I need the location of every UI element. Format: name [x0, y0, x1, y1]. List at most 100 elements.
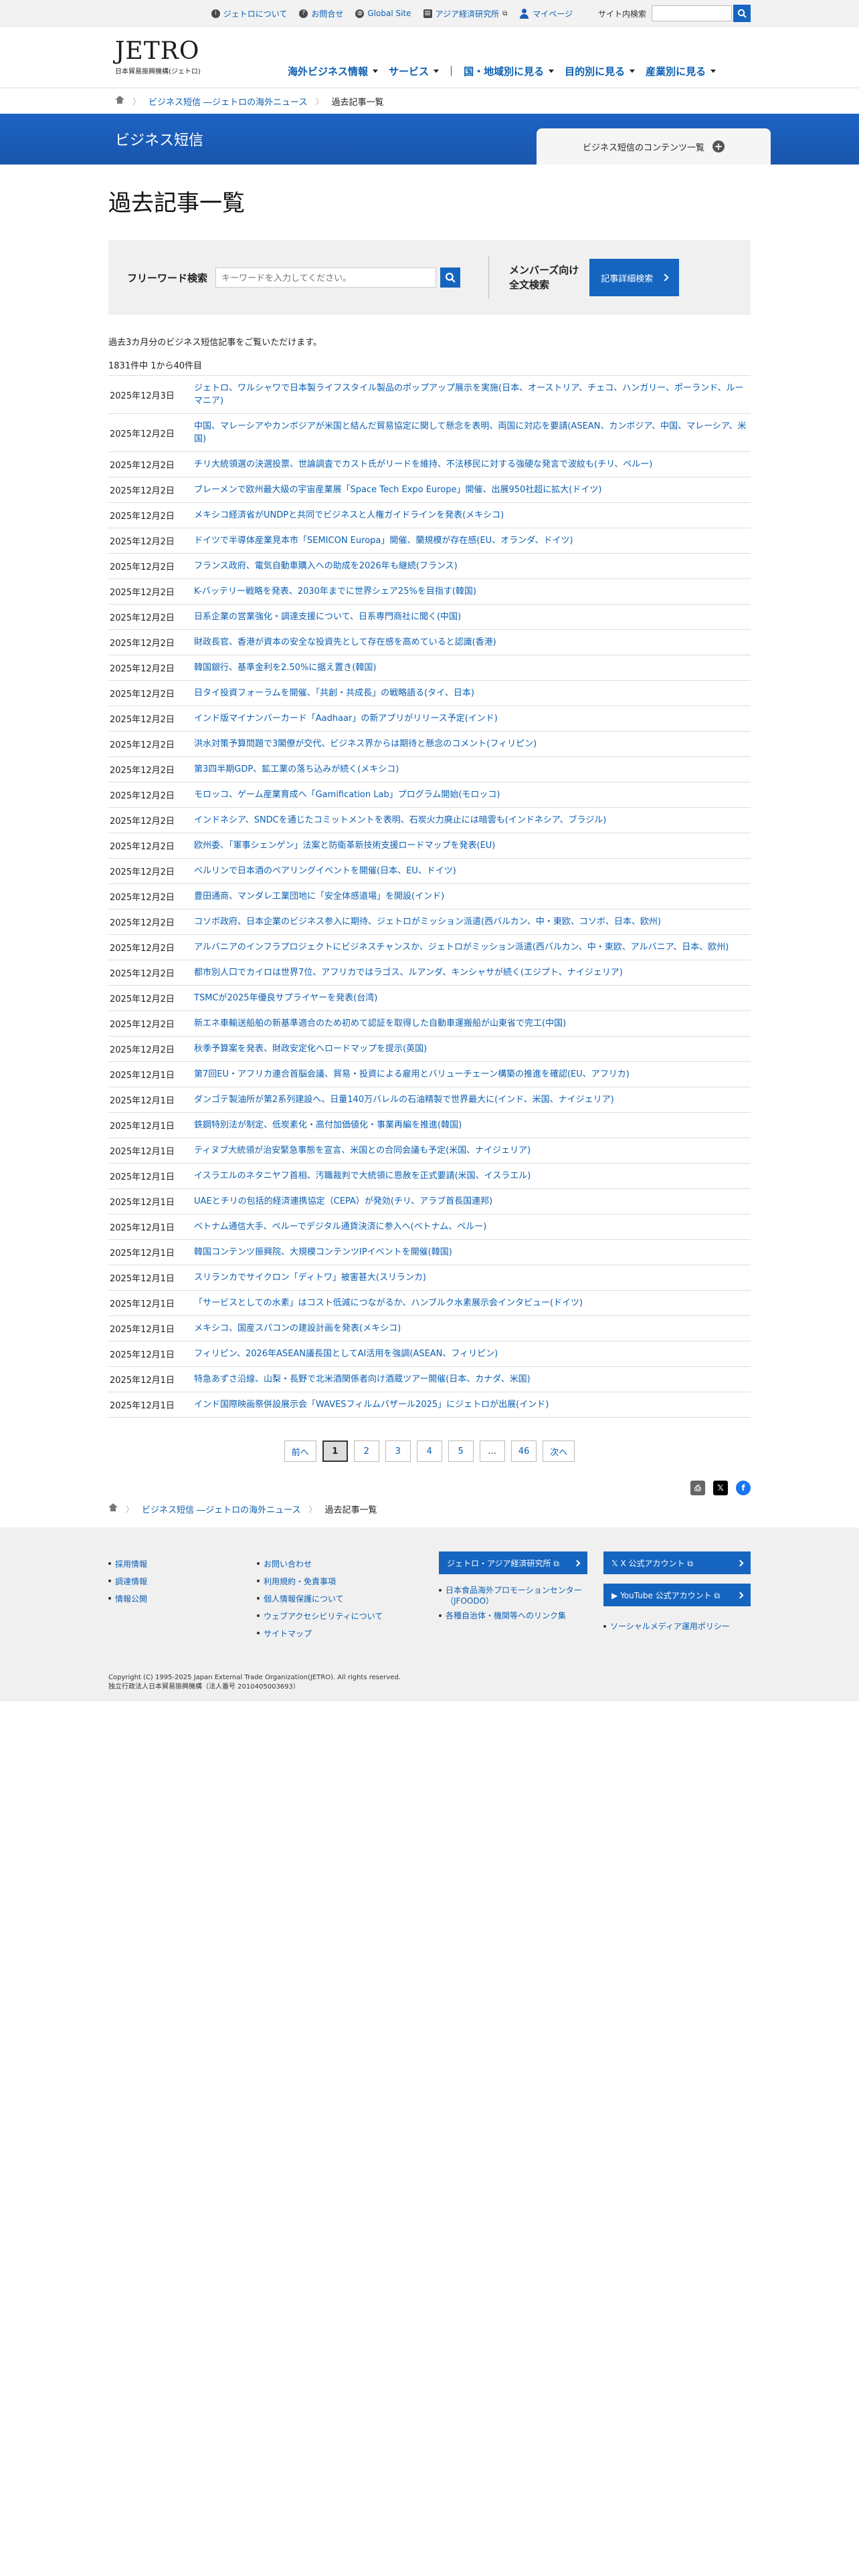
- ide-footer-button[interactable]: ジェトロ・アジア経済研究所 ⧉: [439, 1551, 587, 1574]
- jetro-logo[interactable]: JETRO 日本貿易振興機構(ジェトロ): [115, 39, 201, 76]
- pager-page-last[interactable]: 46: [510, 1440, 537, 1462]
- article-date: 2025年12月1日: [110, 1274, 175, 1284]
- article-title-link[interactable]: 韓国銀行、基準金利を2.50%に据え置き(韓国): [194, 661, 376, 674]
- youtube-account-button[interactable]: ▶ YouTube 公式アカウント ⧉: [603, 1584, 751, 1606]
- article-title-link[interactable]: フランス政府、電気自動車購入への助成を2026年も継続(フランス): [194, 560, 458, 572]
- article-title-link[interactable]: 欧州委、「軍事シェンゲン」法案と防衛革新技術支援ロードマップを発表(EU): [194, 839, 495, 852]
- pager-page[interactable]: 5: [448, 1440, 474, 1462]
- article-row: 2025年12月1日 第7回EU・アフリカ連合首脳会議、貿易・投資による雇用とバリ…: [108, 1062, 751, 1087]
- article-title-link[interactable]: 財政長官、香港が資本の安全な投資先として存在感を高めていると認識(香港): [194, 636, 496, 649]
- utility-bar: i ジェトロについて ? お問合せ ◍ Global Site ▤ アジア経済研究所 ⧉ …: [0, 0, 859, 27]
- article-title-link[interactable]: チリ大統領選の決選投票、世論調査でカスト氏がリードを維持、不法移民に対する強硬な…: [194, 458, 652, 471]
- nav-overseas-business[interactable]: 海外ビジネス情報: [288, 64, 379, 78]
- article-row: 2025年12月2日 ベルリンで日本酒のペアリングイベントを開催(日本、EU、ドイ…: [108, 859, 751, 884]
- footer-link[interactable]: サイトマップ: [264, 1629, 312, 1638]
- article-title-link[interactable]: 都市別人口でカイロは世界7位、アフリカではラゴス、ルアンダ、キンシャサが続く(エ…: [194, 966, 623, 979]
- article-title-link[interactable]: インド国際映画祭併設展示会「WAVESフィルムバザール2025」にジェトロが出展…: [194, 1398, 549, 1411]
- breadcrumb-business-news[interactable]: ビジネス短信 ―ジェトロの海外ニュース: [149, 95, 307, 108]
- nav-by-industry[interactable]: 産業別に見る: [646, 64, 717, 78]
- article-title-link[interactable]: ドイツで半導体産業見本市「SEMICON Europa」開催、蘭規模が存在感(E…: [194, 534, 573, 547]
- nav-by-purpose[interactable]: 目的別に見る: [565, 64, 636, 78]
- article-title-link[interactable]: 「サービスとしての水素」はコスト低減につながるか、ハンブルク水素展示会インタビュ…: [194, 1297, 583, 1309]
- nav-label: 産業別に見る: [646, 66, 706, 78]
- x-account-button[interactable]: 𝕏 X 公式アカウント ⧉: [603, 1551, 751, 1574]
- footer-col-1: 採用情報 調達情報 情報公開: [108, 1558, 147, 1610]
- article-title-link[interactable]: フィリピン、2026年ASEAN議長国としてAI活用を強調(ASEAN、フィリピ…: [194, 1348, 498, 1360]
- keyword-input[interactable]: [215, 267, 437, 288]
- article-title-link[interactable]: 鉄鋼特別法が制定、低炭素化・高付加価値化・事業再編を推進(韓国): [194, 1119, 462, 1132]
- pager-page[interactable]: 4: [416, 1440, 442, 1462]
- breadcrumb-home[interactable]: [108, 1503, 118, 1514]
- footer-link[interactable]: ソーシャルメディア運用ポリシー: [610, 1622, 730, 1631]
- article-title-link[interactable]: メキシコ経済省がUNDPと共同でビジネスと人権ガイドラインを発表(メキシコ): [194, 509, 504, 522]
- nav-by-region[interactable]: 国・地域別に見る: [464, 64, 555, 78]
- article-title-link[interactable]: コソボ政府、日本企業のビジネス参入に期待、ジェトロがミッション派遣(西バルカン、…: [194, 916, 661, 928]
- facebook-share-icon[interactable]: f: [736, 1481, 751, 1495]
- footer-link[interactable]: 個人情報保護について: [264, 1594, 344, 1604]
- article-title-link[interactable]: 第3四半期GDP、鉱工業の落ち込みが続く(メキシコ): [194, 763, 399, 776]
- footer-link[interactable]: 情報公開: [115, 1594, 147, 1604]
- footer-link[interactable]: 採用情報: [115, 1560, 147, 1569]
- article-title-link[interactable]: 洪水対策予算問題で3閣僚が交代、ビジネス界からは期待と懸念のコメント(フィリピン…: [194, 738, 537, 750]
- footer-link[interactable]: 日本食品海外プロモーションセンター（JFOODO）: [446, 1586, 582, 1606]
- article-title-link[interactable]: スリランカでサイクロン「ディトワ」被害甚大(スリランカ): [194, 1271, 426, 1284]
- article-row: 2025年12月2日 洪水対策予算問題で3閣僚が交代、ビジネス界からは期待と懸念の…: [108, 732, 751, 757]
- article-title-link[interactable]: K-バッテリー戦略を発表、2030年までに世界シェア25%を目指す(韓国): [194, 585, 476, 598]
- breadcrumb-business-news[interactable]: ビジネス短信 ―ジェトロの海外ニュース: [142, 1503, 300, 1515]
- footer-link[interactable]: ウェブアクセシビリティについて: [264, 1612, 383, 1621]
- pager-page[interactable]: 2: [353, 1440, 379, 1462]
- contact-link[interactable]: ? お問合せ: [299, 8, 343, 19]
- contents-list-tab[interactable]: ビジネス短信のコンテンツ一覧 +: [537, 128, 771, 165]
- article-title-link[interactable]: ベルリンで日本酒のペアリングイベントを開催(日本、EU、ドイツ): [194, 865, 456, 877]
- article-title-link[interactable]: インド版マイナンバーカード「Aadhaar」の新アプリがリリース予定(インド): [194, 712, 498, 725]
- article-title-link[interactable]: 日系企業の営業強化・調達支援について、日系専門商社に聞く(中国): [194, 611, 461, 623]
- article-title-link[interactable]: 第7回EU・アフリカ連合首脳会議、貿易・投資による雇用とバリューチェーン構築の推…: [194, 1068, 630, 1081]
- detail-search-button[interactable]: 記事詳細検索: [589, 259, 680, 296]
- article-title-link[interactable]: メキシコ、国産スパコンの建設計画を発表(メキシコ): [194, 1322, 401, 1335]
- about-link[interactable]: i ジェトロについて: [211, 8, 287, 19]
- footer-link[interactable]: お問い合わせ: [264, 1560, 312, 1569]
- breadcrumb-home[interactable]: [115, 96, 124, 106]
- article-title-link[interactable]: 韓国コンテンツ振興院、大規模コンテンツIPイベントを開催(韓国): [194, 1246, 452, 1259]
- article-title-link[interactable]: UAEとチリの包括的経済連携協定（CEPA）が発効(チリ、アラブ首長国連邦): [194, 1195, 492, 1208]
- site-search-button[interactable]: [733, 5, 751, 22]
- article-title-link[interactable]: TSMCが2025年優良サプライヤーを発表(台湾): [194, 992, 377, 1004]
- article-title-link[interactable]: アルバニアのインフラプロジェクトにビジネスチャンスか、ジェトロがミッション派遣(…: [194, 941, 729, 954]
- article-title-link[interactable]: 中国、マレーシアやカンボジアが米国と結んだ貿易協定に関して懸念を表明、両国に対応…: [194, 420, 751, 445]
- global-site-link[interactable]: ◍ Global Site: [355, 9, 411, 18]
- pager-next[interactable]: 次へ: [543, 1440, 575, 1462]
- article-row: 2025年12月1日 韓国コンテンツ振興院、大規模コンテンツIPイベントを開催(韓…: [108, 1240, 751, 1265]
- members-line2: 全文検索: [509, 279, 550, 291]
- article-date: 2025年12月1日: [110, 1071, 175, 1081]
- article-title-link[interactable]: 日タイ投資フォーラムを開催、「共創・共成長」の戦略語る(タイ、日本): [194, 687, 474, 700]
- keyword-search-button[interactable]: [440, 267, 461, 288]
- ide-link[interactable]: ▤ アジア経済研究所 ⧉: [423, 8, 507, 19]
- pager-page-current[interactable]: 1: [322, 1440, 348, 1462]
- article-title-link[interactable]: 新エネ車輸送船舶の新基準適合のため初めて認証を取得した自動車運搬船が山東省で完工…: [194, 1017, 566, 1030]
- article-title-link[interactable]: 特急あずさ沿線、山梨・長野で北米酒関係者向け酒蔵ツアー開催(日本、カナダ、米国): [194, 1373, 531, 1386]
- article-title-link[interactable]: ブレーメンで欧州最大級の宇宙産業展「Space Tech Expo Europe…: [194, 484, 601, 496]
- article-title-link[interactable]: 秋季予算案を発表、財政安定化へロードマップを提示(英国): [194, 1043, 427, 1055]
- article-date: 2025年12月1日: [110, 1096, 175, 1106]
- article-title-link[interactable]: ティヌブ大統領が治安緊急事態を宣言、米国との合同会議も予定(米国、ナイジェリア): [194, 1144, 531, 1157]
- article-title-link[interactable]: ジェトロ、ワルシャワで日本製ライフスタイル製品のポップアップ展示を実施(日本、オ…: [194, 382, 751, 407]
- article-title-link[interactable]: ダンゴテ製油所が第2系列建設へ、日量140万バレルの石油精製で世界最大に(インド…: [194, 1093, 614, 1106]
- article-title-link[interactable]: インドネシア、SNDCを通じたコミットメントを表明、石炭火力廃止には暗雲も(イン…: [194, 814, 606, 827]
- site-search-input[interactable]: [652, 5, 732, 21]
- article-title-link[interactable]: ベトナム通信大手、ペルーでデジタル通貨決済に参入へ(ベトナム、ペルー): [194, 1220, 486, 1233]
- footer-link[interactable]: 各種自治体・機関等へのリンク集: [446, 1611, 566, 1620]
- article-title-link[interactable]: モロッコ、ゲーム産業育成へ「Gamification Lab」プログラム開始(モ…: [194, 788, 500, 801]
- nav-services[interactable]: サービス: [389, 64, 440, 78]
- footer-link[interactable]: 利用規約・免責事項: [264, 1577, 336, 1586]
- x-share-icon[interactable]: 𝕏: [713, 1481, 728, 1495]
- footer-link[interactable]: 調達情報: [115, 1577, 147, 1586]
- pager-page[interactable]: 3: [385, 1440, 411, 1462]
- print-icon[interactable]: ⎙: [690, 1481, 705, 1495]
- article-title-link[interactable]: イスラエルのネタニヤフ首相、汚職裁判で大統領に恩赦を正式要請(米国、イスラエル): [194, 1170, 531, 1182]
- mypage-link[interactable]: マイページ: [519, 8, 573, 19]
- pager-prev[interactable]: 前へ: [284, 1440, 316, 1462]
- section-title: ビジネス短信: [115, 132, 204, 149]
- search-icon: [445, 272, 456, 283]
- article-title-link[interactable]: 豊田通商、マンダレ工業団地に「安全体感道場」を開設(インド): [194, 890, 444, 903]
- chevron-right-icon: [737, 1592, 744, 1598]
